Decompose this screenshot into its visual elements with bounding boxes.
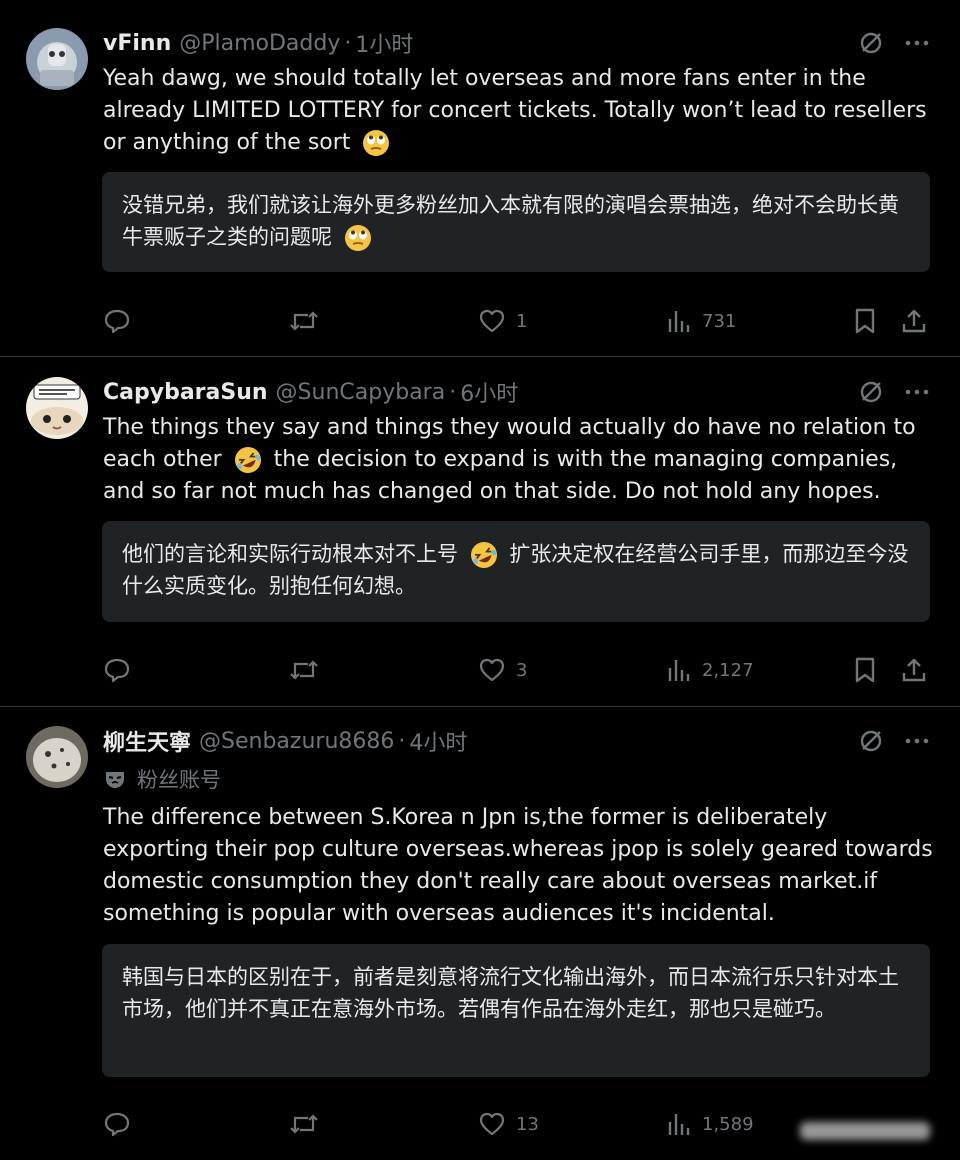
like-count: 13 [516,1113,539,1135]
grok-icon[interactable] [858,728,884,754]
blurred-watermark [800,1122,930,1140]
like-count: 1 [516,310,528,332]
bookmark-button[interactable] [853,304,877,338]
reply-icon [104,658,130,683]
grok-icon[interactable] [858,30,884,56]
share-icon [902,658,926,682]
views-count: 2,127 [702,659,754,681]
views-count: 1,589 [702,1113,754,1135]
tweet-header: 柳生天寧 @Senbazuru8686 · 4小时 [103,723,930,759]
separator-dot: · [398,728,406,754]
views-icon [668,311,690,332]
reply-button[interactable] [103,1107,141,1141]
header-actions [858,25,930,61]
retweet-icon [290,1114,318,1134]
timestamp[interactable]: 6小时 [460,376,518,408]
views-button[interactable]: 2,127 [666,653,754,687]
header-actions [858,723,930,759]
tweet-text: The difference between S.Korea n Jpn is,… [103,802,933,930]
like-icon [479,658,505,682]
translation-box: 没错兄弟，我们就该让海外更多粉丝加入本就有限的演唱会票抽选，绝对不会助长黄牛票贩… [102,172,930,272]
avatar[interactable] [26,377,88,439]
fan-account-badge: 粉丝账号 [103,764,221,794]
like-icon [479,1112,505,1136]
translation-text: 韩国与日本的区别在于，前者是刻意将流行文化输出海外，而日本流行乐只针对本土市场，… [122,965,899,1021]
bookmark-button[interactable] [853,653,877,687]
translation-box: 韩国与日本的区别在于，前者是刻意将流行文化输出海外，而日本流行乐只针对本土市场，… [102,944,930,1077]
more-icon[interactable] [904,30,930,56]
share-button[interactable] [901,304,927,338]
action-bar: 3 2,127 [103,653,929,687]
separator-dot: · [344,30,352,56]
reply-icon [104,1112,130,1137]
tweet-header: CapybaraSun @SunCapybara · 6小时 [103,374,930,410]
tweet-text: The things they say and things they woul… [103,412,933,508]
like-button[interactable]: 1 [478,304,527,338]
tweet[interactable]: 柳生天寧 @Senbazuru8686 · 4小时 粉丝账号 The diffe… [0,707,960,1160]
handle[interactable]: @PlamoDaddy [179,31,340,56]
mask-icon [106,772,124,788]
translation-text: 他们的言论和实际行动根本对不上号 [122,542,458,566]
bookmark-icon [855,657,875,683]
handle[interactable]: @Senbazuru8686 [199,729,394,754]
share-icon [902,309,926,333]
views-count: 731 [702,310,737,332]
more-icon[interactable] [904,728,930,754]
display-name[interactable]: 柳生天寧 [103,725,191,757]
display-name[interactable]: CapybaraSun [103,380,268,405]
like-icon [479,309,505,333]
tweet[interactable]: CapybaraSun @SunCapybara · 6小时 The thing… [0,357,960,707]
rolling-laughing-emoji [234,447,261,473]
action-bar: 1 731 [103,304,929,338]
separator-dot: · [449,379,457,405]
tweet-text-part: the decision to expand is with the manag… [103,447,898,504]
grok-icon[interactable] [858,379,884,405]
display-name[interactable]: vFinn [103,31,171,56]
tweet-text: Yeah dawg, we should totally let oversea… [103,63,933,159]
translation-text: 没错兄弟，我们就该让海外更多粉丝加入本就有限的演唱会票抽选，绝对不会助长黄牛票贩… [122,193,899,249]
views-button[interactable]: 1,589 [666,1107,754,1141]
tweet-header: vFinn @PlamoDaddy · 1小时 [103,25,930,61]
badge-label: 粉丝账号 [137,768,221,792]
header-actions [858,374,930,410]
retweet-icon [290,311,318,331]
more-icon[interactable] [904,379,930,405]
eye-roll-emoji [363,130,390,156]
retweet-button[interactable] [289,1107,329,1141]
rolling-laughing-emoji [470,542,497,568]
tweet-text-part: Yeah dawg, we should totally let oversea… [103,66,927,155]
retweet-icon [290,660,318,680]
share-button[interactable] [901,653,927,687]
avatar[interactable] [26,726,88,788]
retweet-button[interactable] [289,653,329,687]
avatar[interactable] [26,28,88,90]
tweet-text-part: The difference between S.Korea n Jpn is,… [103,805,933,926]
timestamp[interactable]: 4小时 [409,725,467,757]
like-count: 3 [516,659,528,681]
views-button[interactable]: 731 [666,304,736,338]
retweet-button[interactable] [289,304,329,338]
reply-button[interactable] [103,653,141,687]
timestamp[interactable]: 1小时 [355,27,413,59]
handle[interactable]: @SunCapybara [276,380,446,405]
reply-button[interactable] [103,304,141,338]
views-icon [668,660,690,681]
views-icon [668,1114,690,1135]
bookmark-icon [855,308,875,334]
eye-roll-emoji [344,225,371,251]
tweet[interactable]: vFinn @PlamoDaddy · 1小时 Yeah dawg, we sh… [0,0,960,357]
reply-icon [104,309,130,334]
translation-box: 他们的言论和实际行动根本对不上号 扩张决定权在经营公司手里，而那边至今没什么实质… [102,521,930,622]
like-button[interactable]: 3 [478,653,527,687]
like-button[interactable]: 13 [478,1107,539,1141]
